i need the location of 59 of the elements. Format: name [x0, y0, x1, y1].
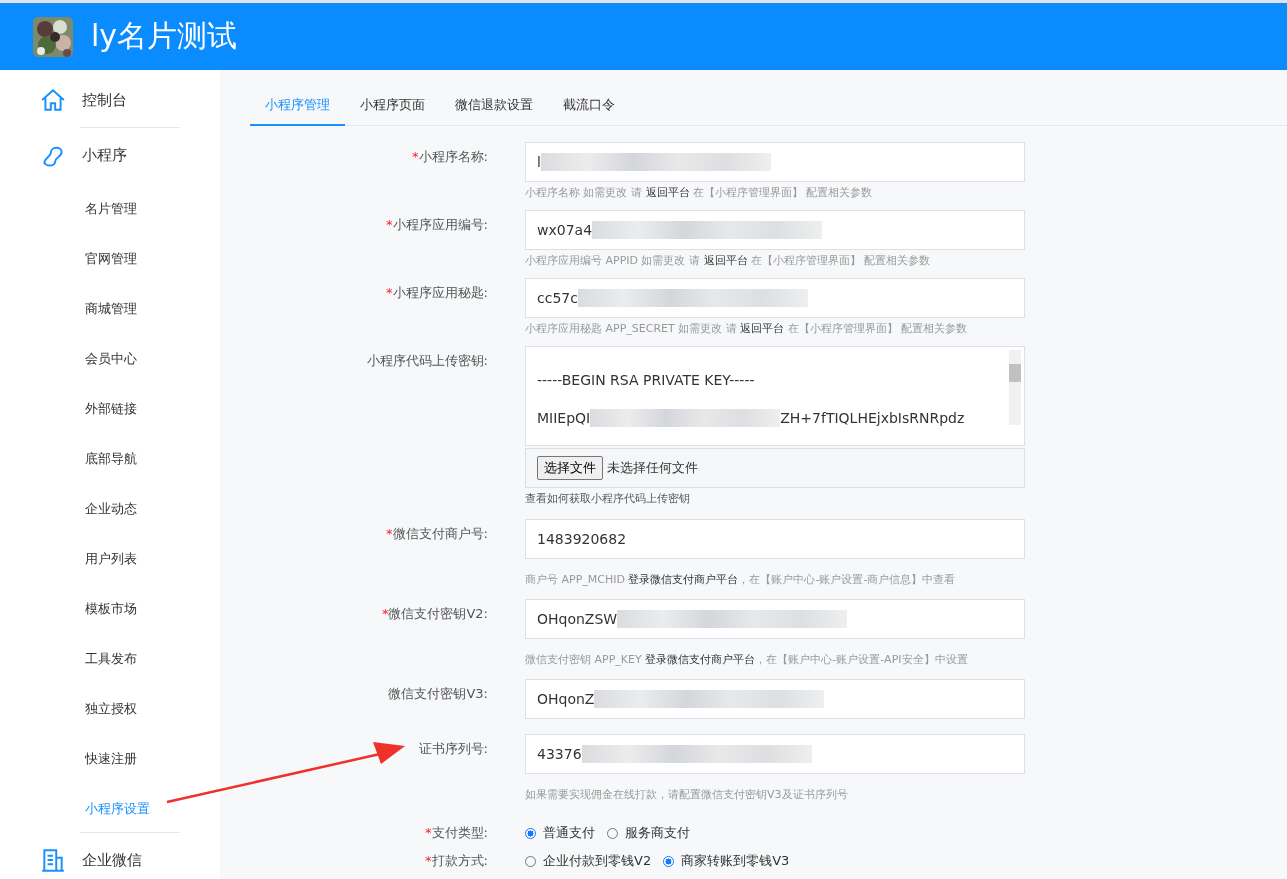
input-field[interactable]: OHqonZ: [525, 679, 1025, 719]
field-label: 小程序代码上传密钥:: [366, 353, 488, 368]
input-field[interactable]: 1483920682: [525, 519, 1025, 559]
sidebar-item[interactable]: 用户列表: [0, 549, 220, 569]
radio-option[interactable]: 服务商支付: [607, 824, 690, 842]
sidebar-item[interactable]: 控制台: [0, 86, 220, 114]
radio-option[interactable]: 普通支付: [525, 824, 595, 842]
field-label: *支付类型:: [425, 825, 488, 840]
input-field[interactable]: l: [525, 142, 1025, 182]
help-text: 小程序应用秘匙 APP_SECRET 如需更改 请 返回平台 在【小程序管理界面】 配置相关参数: [525, 321, 969, 336]
key-text: MIIEpQI: [537, 410, 591, 426]
field-label: *小程序名称:: [412, 149, 488, 164]
field-label: 证书序列号:: [418, 741, 488, 756]
help-text: 如果需要实现佣金在线打款，请配置微信支付密钥V3及证书序列号: [525, 787, 849, 802]
choose-file-button[interactable]: 选择文件: [537, 456, 603, 480]
help-text: 微信支付密钥 APP_KEY 登录微信支付商户平台，在【账户中心-账户设置-API安全】中设置: [525, 652, 969, 667]
field-label: *微信支付密钥V2:: [381, 606, 488, 621]
sidebar-item[interactable]: 企业微信: [0, 846, 220, 874]
sidebar-item[interactable]: 商城管理: [0, 299, 220, 319]
field-label: *微信支付商户号:: [386, 526, 488, 541]
radio-button[interactable]: [663, 855, 675, 867]
key-text: ZH+7fTIQLHEjxbIsRNRpdz: [780, 410, 965, 426]
sidebar-item[interactable]: 模板市场: [0, 599, 220, 619]
file-status: 未选择任何文件: [607, 459, 698, 477]
key-text: -----BEGIN RSA PRIVATE KEY-----: [537, 372, 755, 388]
tab[interactable]: 截流口令: [548, 90, 630, 126]
input-field[interactable]: 43376: [525, 734, 1025, 774]
tab[interactable]: 微信退款设置: [440, 90, 548, 126]
radio-button[interactable]: [525, 827, 536, 839]
help-text: 小程序名称 如需更改 请 返回平台 在【小程序管理界面】 配置相关参数: [525, 185, 874, 200]
app-title: ly名片测试: [91, 17, 238, 55]
tab[interactable]: 小程序页面: [345, 90, 440, 126]
scrollbar[interactable]: [1009, 350, 1021, 425]
sidebar-item[interactable]: 工具发布: [0, 649, 220, 669]
sidebar-item[interactable]: 会员中心: [0, 349, 220, 369]
input-field[interactable]: cc57c: [525, 278, 1025, 318]
field-label: *小程序应用编号:: [386, 217, 488, 232]
building-icon: [40, 847, 66, 873]
sidebar-item[interactable]: 名片管理: [0, 199, 220, 219]
sidebar-item[interactable]: 企业动态: [0, 499, 220, 519]
sidebar-item[interactable]: 底部导航: [0, 449, 220, 469]
radio-option[interactable]: 企业付款到零钱V2: [525, 852, 652, 870]
help-text: 小程序应用编号 APPID 如需更改 请 返回平台 在【小程序管理界面】 配置相关参数: [525, 253, 932, 268]
sidebar-item[interactable]: 小程序: [0, 141, 220, 169]
input-field[interactable]: wx07a4: [525, 210, 1025, 250]
sidebar-item[interactable]: 快速注册: [0, 749, 220, 769]
sidebar-item[interactable]: 官网管理: [0, 249, 220, 269]
input-field[interactable]: OHqonZSW: [525, 599, 1025, 639]
radio-option[interactable]: 商家转账到零钱V3: [663, 852, 790, 870]
sidebar-item[interactable]: 外部链接: [0, 399, 220, 419]
sidebar-item[interactable]: 独立授权: [0, 699, 220, 719]
home-icon: [40, 87, 66, 113]
text-area[interactable]: -----BEGIN RSA PRIVATE KEY----- MIIEpQI ZH+7fTIQLHEjxbIsRNRpdz: [525, 346, 1025, 446]
field-label: *小程序应用秘匙:: [386, 285, 488, 300]
help-text: 商户号 APP_MCHID 登录微信支付商户平台，在【账户中心-账户设置-商户信息】中查看: [525, 572, 957, 587]
file-field[interactable]: 选择文件 未选择任何文件: [525, 448, 1025, 488]
field-label: 微信支付密钥V3:: [388, 686, 488, 701]
field-label: *打款方式:: [425, 853, 488, 868]
help-text: 查看如何获取小程序代码上传密钥: [525, 491, 691, 506]
